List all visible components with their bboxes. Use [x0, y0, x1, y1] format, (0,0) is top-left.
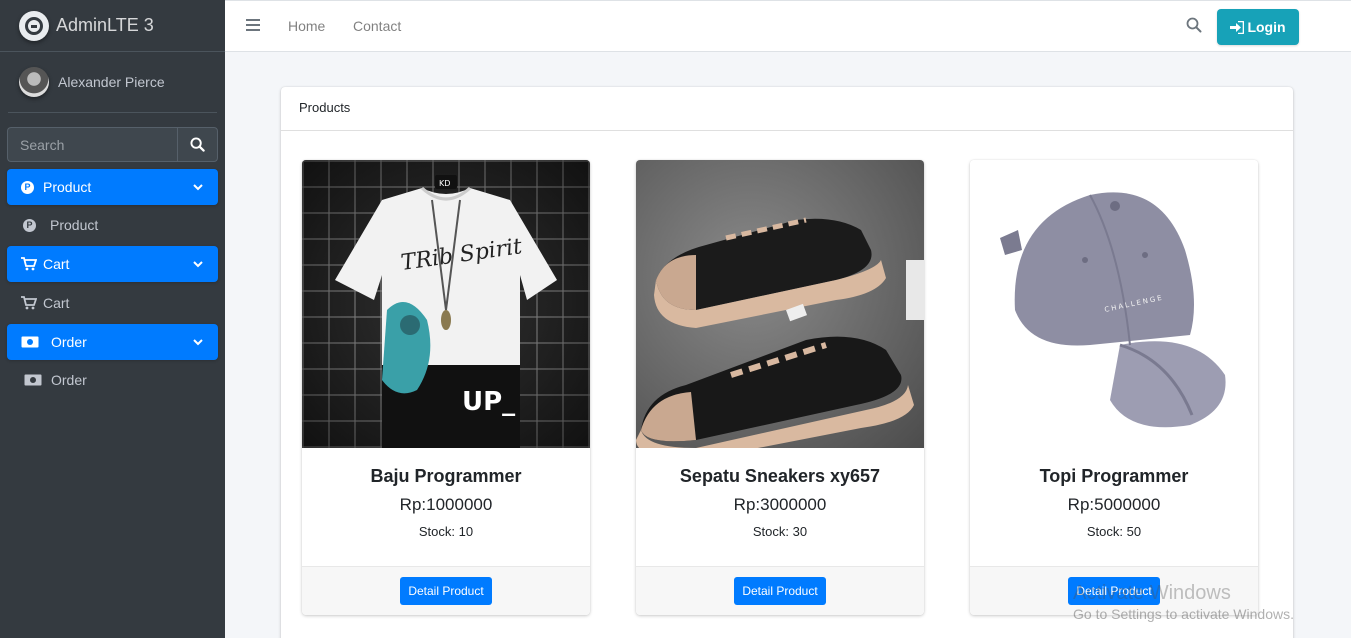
chevron-down-icon	[193, 339, 203, 346]
product-price: Rp:3000000	[733, 495, 827, 514]
product-footer: Detail Product	[302, 566, 590, 615]
main-sidebar: AdminLTE 3 Alexander Pierce P Product P …	[0, 0, 225, 638]
activate-windows-title: Activate Windows	[1073, 582, 1231, 604]
cart-icon	[21, 296, 37, 310]
sidebar-search-button[interactable]	[177, 127, 218, 162]
sidebar-item-order[interactable]: Order	[7, 362, 218, 398]
login-label: Login	[1247, 19, 1286, 35]
product-stock: Stock: 10	[418, 524, 474, 539]
sidebar-item-cart-menu[interactable]: Cart	[7, 246, 218, 282]
sidebar-item-product[interactable]: P Product	[7, 207, 218, 243]
top-navbar: Home Contact Login	[225, 0, 1351, 52]
chevron-down-icon	[193, 184, 203, 191]
brand-link[interactable]: AdminLTE 3	[0, 0, 225, 52]
sidebar-item-label: Cart	[43, 256, 70, 272]
sidebar-item-product-menu[interactable]: P Product	[7, 169, 218, 205]
products-card: Products TRib Spirit UP_ KD Baju Program…	[281, 87, 1293, 638]
activate-windows-subtitle: Go to Settings to activate Windows.	[1073, 606, 1294, 622]
nav-link-contact[interactable]: Contact	[353, 18, 401, 34]
svg-text:UP_: UP_	[462, 387, 515, 417]
money-bill-icon	[24, 374, 42, 386]
login-button[interactable]: Login	[1217, 9, 1299, 45]
product-coin-icon: P	[23, 218, 36, 232]
adminlte-logo-icon	[19, 10, 49, 41]
sidebar-item-label: Product	[50, 217, 99, 233]
user-name: Alexander Pierce	[58, 74, 165, 90]
detail-product-button[interactable]: Detail Product	[400, 577, 492, 605]
product-image-sneakers	[636, 160, 924, 448]
sidebar-item-label: Order	[51, 334, 87, 350]
sidebar-item-cart[interactable]: Cart	[7, 285, 218, 321]
product-footer: Detail Product	[636, 566, 924, 615]
product-card: Sepatu Sneakers xy657 Rp:3000000 Stock: …	[636, 160, 924, 615]
sidebar-item-order-menu[interactable]: Order	[7, 324, 218, 360]
chevron-down-icon	[193, 261, 203, 268]
brand-title: AdminLTE 3	[56, 15, 154, 35]
product-card: TRib Spirit UP_ KD Baju Programmer Rp:10…	[302, 160, 590, 615]
money-bill-icon	[21, 336, 39, 348]
hamburger-menu-icon[interactable]	[246, 18, 260, 32]
cart-icon	[21, 257, 37, 271]
user-panel[interactable]: Alexander Pierce	[8, 52, 217, 113]
sidebar-search-input[interactable]	[7, 127, 177, 162]
product-stock: Stock: 30	[752, 524, 808, 539]
sidebar-item-label: Cart	[43, 295, 70, 311]
product-price: Rp:5000000	[1067, 495, 1161, 514]
product-name: Topi Programmer	[1039, 466, 1189, 486]
detail-product-button[interactable]: Detail Product	[734, 577, 826, 605]
sign-in-icon	[1230, 20, 1245, 34]
product-name: Baju Programmer	[370, 466, 522, 486]
sidebar-search	[7, 127, 218, 162]
avatar	[19, 67, 49, 97]
product-image-cap: CHALLENGE	[970, 160, 1258, 448]
sidebar-item-label: Product	[43, 179, 92, 195]
sidebar-item-label: Order	[51, 372, 87, 388]
product-image-shirt: TRib Spirit UP_ KD	[302, 160, 590, 448]
card-title: Products	[281, 87, 1293, 131]
product-stock: Stock: 50	[1086, 524, 1142, 539]
svg-text:KD: KD	[439, 179, 450, 188]
product-card: CHALLENGE Topi Programmer Rp:5000000 Sto…	[970, 160, 1258, 615]
product-price: Rp:1000000	[399, 495, 493, 514]
search-icon	[190, 137, 205, 152]
product-coin-icon: P	[21, 180, 34, 194]
search-icon[interactable]	[1186, 17, 1202, 33]
product-name: Sepatu Sneakers xy657	[679, 466, 881, 486]
nav-link-home[interactable]: Home	[288, 18, 325, 34]
